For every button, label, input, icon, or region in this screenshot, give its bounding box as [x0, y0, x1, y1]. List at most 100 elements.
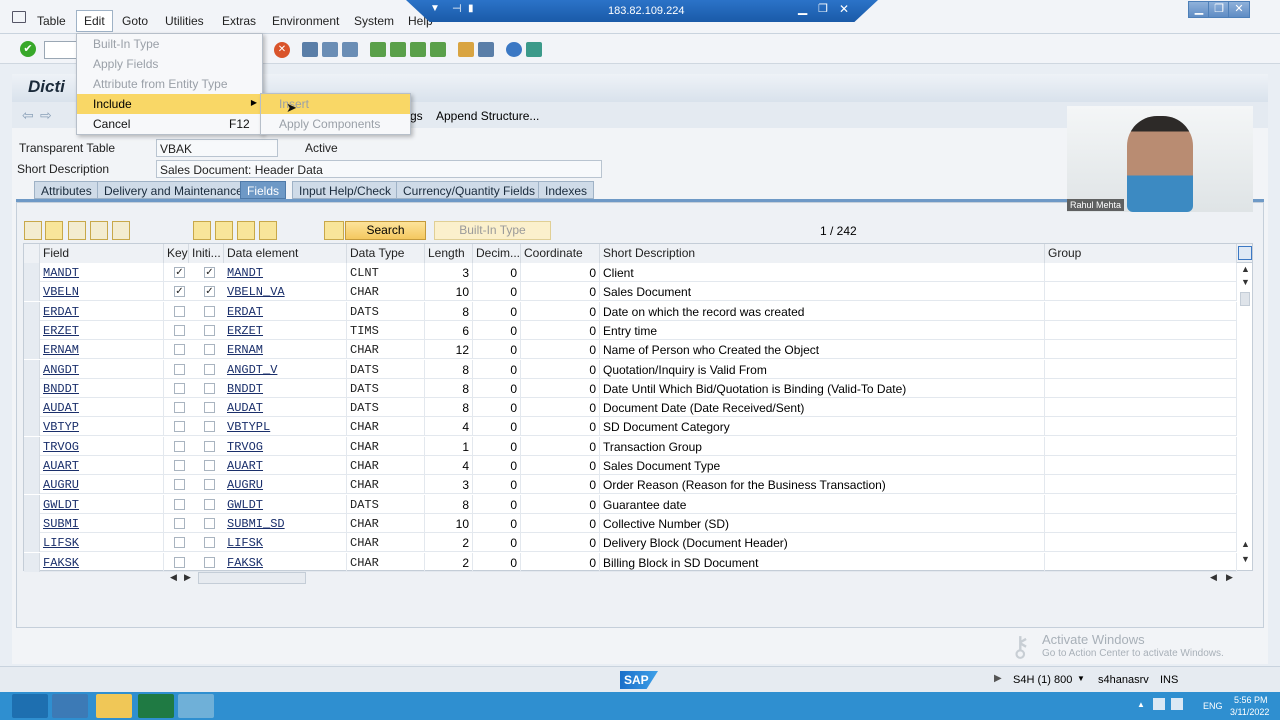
window-maximize-icon[interactable]: ❐	[1208, 1, 1230, 18]
sort-down-icon[interactable]	[193, 221, 211, 240]
key-checkbox[interactable]	[174, 344, 185, 356]
shortcut-icon[interactable]	[478, 42, 494, 57]
tab-fields[interactable]: Fields	[240, 181, 287, 199]
column-layout-icon[interactable]	[1238, 246, 1252, 260]
col-coordinate[interactable]: Coordinate	[521, 244, 600, 263]
sort-up-icon[interactable]	[259, 221, 277, 240]
print-icon[interactable]	[302, 42, 318, 57]
initial-checkbox[interactable]	[204, 440, 215, 452]
start-icon[interactable]	[12, 694, 48, 718]
table-row[interactable]: LIFSK LIFSK CHAR 2 0 0 Delivery Block (Documen…	[24, 533, 1237, 553]
tab-attributes[interactable]: Attributes	[34, 181, 99, 199]
back-arrow-icon[interactable]: ⇦	[22, 107, 34, 124]
table-row[interactable]: ERDAT ERDAT DATS 8 0 0 Date on which the recor…	[24, 301, 1237, 321]
initial-checkbox[interactable]	[204, 382, 215, 394]
scroll-right-icon[interactable]: ▶	[1226, 572, 1233, 583]
row-selector[interactable]	[24, 513, 40, 533]
paste-icon[interactable]	[68, 221, 86, 240]
scroll-up-icon[interactable]: ▲	[1241, 264, 1250, 274]
cell-field[interactable]: AUART	[40, 456, 164, 475]
row-selector[interactable]	[24, 282, 40, 302]
scroll-down-icon[interactable]: ▼	[1241, 554, 1250, 564]
cell-data-element[interactable]: ERZET	[224, 320, 347, 340]
initial-checkbox[interactable]	[204, 479, 215, 491]
system-dropdown-icon[interactable]: ▼	[1077, 674, 1085, 683]
key-checkbox[interactable]	[174, 460, 185, 471]
row-selector[interactable]	[24, 359, 40, 379]
col-data-type[interactable]: Data Type	[347, 244, 425, 263]
cell-field[interactable]: SUBMI	[40, 513, 164, 533]
app-toolbar-text[interactable]: gs	[410, 109, 423, 123]
chevron-down-icon[interactable]: ▼	[430, 3, 440, 14]
new-session-icon[interactable]	[458, 42, 474, 57]
tab-delivery-maintenance[interactable]: Delivery and Maintenance	[97, 181, 250, 199]
table-row[interactable]: TRVOG TRVOG CHAR 1 0 0 Transaction Group	[24, 436, 1237, 456]
cell-data-element[interactable]: SUBMI_SD	[224, 513, 347, 533]
table-row[interactable]: AUDAT AUDAT DATS 8 0 0 Document Date (Date Rec…	[24, 398, 1237, 418]
table-row[interactable]: MANDT MANDT CLNT 3 0 0 Client ✓ ✓	[24, 263, 1237, 282]
vertical-scrollbar[interactable]: ▲ ▼ ▲ ▼	[1238, 262, 1252, 570]
scroll-right-icon[interactable]: ▶	[184, 572, 191, 583]
initial-checkbox[interactable]	[204, 402, 215, 414]
volume-icon[interactable]	[1171, 698, 1183, 710]
cell-field[interactable]: ERNAM	[40, 340, 164, 360]
select-all-cell[interactable]	[24, 244, 40, 263]
cell-data-element[interactable]: ERNAM	[224, 340, 347, 360]
customize-layout-icon[interactable]	[526, 42, 542, 57]
key-checkbox[interactable]	[174, 363, 185, 375]
submenu-item-insert[interactable]: Insert	[261, 94, 410, 114]
table-row[interactable]: ERNAM ERNAM CHAR 12 0 0 Name of Person who Cre…	[24, 340, 1237, 360]
submenu-item-apply-components[interactable]: Apply Components	[261, 114, 410, 134]
key-checkbox[interactable]	[174, 382, 185, 394]
cell-data-element[interactable]: FAKSK	[224, 552, 347, 572]
cell-data-element[interactable]: BNDDT	[224, 378, 347, 398]
col-decimals[interactable]: Decim...	[473, 244, 521, 263]
row-selector[interactable]	[24, 494, 40, 514]
tab-currency-quantity-fields[interactable]: Currency/Quantity Fields	[396, 181, 543, 199]
pin-icon[interactable]: ⊣	[452, 2, 462, 15]
row-selector[interactable]	[24, 417, 40, 437]
cancel-icon[interactable]: ✕	[274, 42, 290, 58]
initial-checkbox[interactable]	[204, 556, 215, 568]
col-short-description[interactable]: Short Description	[600, 244, 1045, 263]
key-checkbox[interactable]: ✓	[174, 267, 185, 278]
tab-input-help-check[interactable]: Input Help/Check	[292, 181, 399, 199]
clock-date[interactable]: 3/11/2022	[1230, 707, 1269, 717]
enter-icon[interactable]: ✔	[20, 41, 36, 57]
insert-row-icon[interactable]	[90, 221, 108, 240]
append-structure-button[interactable]: Append Structure...	[436, 109, 539, 123]
cell-data-element[interactable]: VBELN_VA	[224, 282, 347, 302]
previous-page-icon[interactable]	[390, 42, 406, 57]
copy-icon[interactable]	[45, 221, 63, 240]
menu-edit[interactable]: Edit	[76, 10, 113, 32]
table-row[interactable]: ANGDT ANGDT_V DATS 8 0 0 Quotation/Inquiry is …	[24, 359, 1237, 379]
col-group[interactable]: Group	[1045, 244, 1237, 263]
scroll-thumb[interactable]	[198, 572, 306, 584]
key-checkbox[interactable]	[174, 440, 185, 452]
input-mode[interactable]: INS	[1160, 674, 1178, 686]
row-selector[interactable]	[24, 475, 40, 495]
menu-item-cancel[interactable]: Cancel F12	[77, 114, 262, 134]
close-icon[interactable]: ✕	[839, 2, 849, 16]
cell-field[interactable]: MANDT	[40, 263, 164, 282]
excel-icon[interactable]	[138, 694, 174, 718]
cell-field[interactable]: VBTYP	[40, 417, 164, 437]
col-initial[interactable]: Initi...	[189, 244, 224, 263]
command-field[interactable]	[44, 41, 78, 59]
cell-field[interactable]: VBELN	[40, 282, 164, 302]
first-page-icon[interactable]	[370, 42, 386, 57]
key-checkbox[interactable]	[174, 402, 185, 414]
cell-field[interactable]: ERDAT	[40, 301, 164, 321]
file-explorer-icon[interactable]	[96, 694, 132, 718]
cut-icon[interactable]	[24, 221, 42, 240]
row-selector[interactable]	[24, 398, 40, 418]
row-selector[interactable]	[24, 456, 40, 475]
minimize-icon[interactable]: ▁	[798, 1, 807, 15]
system-info[interactable]: S4H (1) 800	[1013, 674, 1072, 686]
network-icon[interactable]	[1153, 698, 1165, 710]
sap-logon-icon[interactable]	[52, 694, 88, 718]
horizontal-scrollbar[interactable]: ◀ ▶ ◀ ▶	[170, 572, 1240, 584]
row-selector[interactable]	[24, 340, 40, 360]
cell-data-element[interactable]: VBTYPL	[224, 417, 347, 437]
col-key[interactable]: Key	[164, 244, 189, 263]
